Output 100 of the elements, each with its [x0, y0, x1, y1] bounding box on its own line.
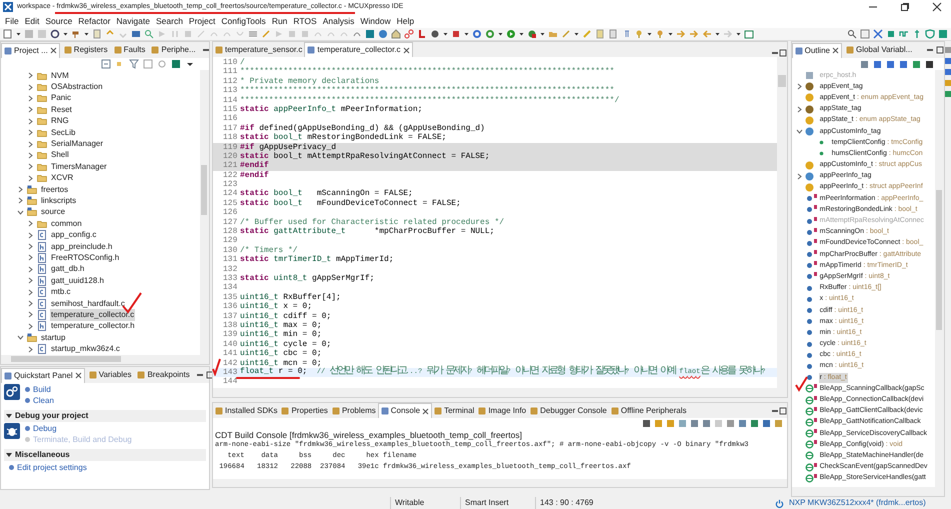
- view-tab[interactable]: Terminal: [432, 403, 476, 418]
- tree-item[interactable]: temperature_collector.h: [50, 320, 136, 332]
- section-header[interactable]: Debug your project: [4, 410, 206, 422]
- action-link[interactable]: Edit project settings: [17, 462, 87, 474]
- chevron-icon[interactable]: [27, 129, 34, 136]
- tree-item[interactable]: Reset: [50, 104, 73, 116]
- chevron-icon[interactable]: [17, 186, 24, 194]
- menu-item[interactable]: Search: [152, 14, 186, 28]
- chevron-icon[interactable]: [796, 106, 803, 113]
- tree-item[interactable]: startup_mkw36z4.c: [50, 343, 121, 355]
- chevron-icon[interactable]: [27, 152, 34, 159]
- menu-item[interactable]: Window: [357, 14, 394, 28]
- tree-item[interactable]: gatt_uuid128.h: [50, 274, 105, 287]
- tree-item[interactable]: FreeRTOSConfig.h: [50, 252, 120, 264]
- maximize-icon[interactable]: [206, 371, 214, 379]
- new-file-icon[interactable]: [3, 29, 13, 39]
- tree-item[interactable]: mtb.c: [50, 286, 72, 298]
- view-tab[interactable]: Breakpoints: [135, 368, 192, 382]
- horizontal-scrollbar[interactable]: [213, 388, 787, 397]
- chevron-icon[interactable]: [796, 128, 803, 136]
- chevron-icon[interactable]: [27, 118, 34, 125]
- close-icon[interactable]: [422, 408, 430, 414]
- chevron-icon[interactable]: [27, 220, 34, 228]
- chevron-icon[interactable]: [27, 322, 34, 330]
- chevron-icon[interactable]: [17, 208, 24, 216]
- chevron-icon[interactable]: [27, 106, 34, 114]
- view-tab[interactable]: Offline Peripherals: [608, 403, 689, 418]
- view-tab[interactable]: Periphe...: [149, 42, 198, 58]
- editor-tab[interactable]: temperature_collector.c: [304, 42, 413, 57]
- minimize-icon[interactable]: [926, 46, 934, 54]
- tree-item[interactable]: gatt_db.h: [50, 263, 86, 276]
- menu-item[interactable]: Project: [186, 14, 218, 28]
- menu-item[interactable]: ConfigTools: [218, 14, 269, 28]
- debug-target-link[interactable]: NXP MKW36Z512xxx4* (frdmk...ertos): [789, 497, 926, 509]
- tree-item[interactable]: Panic: [50, 92, 72, 104]
- vertical-scrollbar[interactable]: [200, 70, 209, 355]
- chevron-icon[interactable]: [27, 232, 34, 239]
- minimize-icon[interactable]: [196, 371, 204, 379]
- maximize-icon[interactable]: [900, 2, 910, 12]
- view-tab[interactable]: Console: [378, 403, 432, 418]
- tree-item[interactable]: linkscripts: [40, 195, 78, 207]
- vertical-scrollbar[interactable]: [935, 70, 944, 487]
- menu-item[interactable]: Refactor: [75, 14, 114, 28]
- chevron-icon[interactable]: [27, 277, 34, 284]
- view-tab[interactable]: Outline: [792, 42, 842, 58]
- chevron-icon[interactable]: [796, 172, 803, 180]
- editor-tab[interactable]: temperature_sensor.c: [213, 42, 304, 57]
- chevron-icon[interactable]: [27, 288, 34, 296]
- chevron-icon[interactable]: [27, 311, 34, 318]
- minimize-icon[interactable]: [202, 46, 210, 54]
- view-tab[interactable]: Problems: [330, 403, 378, 418]
- chevron-icon[interactable]: [27, 254, 34, 262]
- view-tab[interactable]: Quickstart Panel: [1, 368, 85, 382]
- tree-item[interactable]: SerialManager: [50, 138, 104, 150]
- close-icon[interactable]: [74, 372, 82, 379]
- close-icon[interactable]: [932, 2, 942, 12]
- action-link[interactable]: Debug: [33, 422, 57, 434]
- chevron-icon[interactable]: [27, 140, 34, 148]
- menu-item[interactable]: Run: [268, 14, 290, 28]
- minimize-icon[interactable]: [770, 49, 779, 57]
- action-link[interactable]: Clean: [33, 394, 54, 406]
- view-tab[interactable]: Debugger Console: [528, 403, 609, 418]
- chevron-icon[interactable]: [27, 300, 34, 307]
- chevron-icon[interactable]: [27, 94, 34, 102]
- view-tab[interactable]: Project ...: [1, 42, 60, 58]
- view-tab[interactable]: Registers: [62, 42, 110, 58]
- tree-item[interactable]: source: [40, 206, 66, 218]
- view-tab[interactable]: Properties: [279, 403, 330, 418]
- chevron-icon[interactable]: [17, 334, 24, 342]
- bug-icon[interactable]: [527, 29, 537, 39]
- menu-item[interactable]: File: [2, 14, 22, 28]
- view-tab[interactable]: Installed SDKs: [213, 403, 280, 418]
- view-tab[interactable]: Global Variabl...: [844, 42, 914, 58]
- view-tab[interactable]: Faults: [112, 42, 148, 58]
- tree-item[interactable]: freertos: [40, 184, 70, 196]
- menu-item[interactable]: Source: [42, 14, 76, 28]
- menu-item[interactable]: Edit: [22, 14, 42, 28]
- chevron-icon[interactable]: [27, 163, 34, 170]
- close-icon[interactable]: [50, 47, 57, 54]
- close-icon[interactable]: [832, 47, 839, 54]
- chevron-icon[interactable]: [27, 84, 34, 91]
- maximize-icon[interactable]: [936, 46, 944, 54]
- maximize-icon[interactable]: [778, 49, 787, 57]
- vertical-scrollbar[interactable]: [776, 57, 787, 388]
- tree-item[interactable]: semihost_hardfault.c: [50, 298, 126, 310]
- section-header[interactable]: Miscellaneous: [4, 449, 206, 461]
- waveform-icon[interactable]: [899, 29, 909, 39]
- chevron-icon[interactable]: [27, 243, 34, 250]
- tree-item[interactable]: common: [50, 218, 83, 230]
- maximize-icon[interactable]: [778, 406, 787, 414]
- horizontal-scrollbar[interactable]: [1, 355, 209, 364]
- play-icon[interactable]: [506, 29, 516, 39]
- chevron-icon[interactable]: [27, 174, 34, 182]
- search-icon[interactable]: [847, 29, 857, 39]
- chevron-icon[interactable]: [17, 197, 24, 204]
- view-tab[interactable]: Image Info: [476, 403, 528, 418]
- shield-icon[interactable]: [925, 29, 935, 39]
- menu-item[interactable]: RTOS: [290, 14, 320, 28]
- tree-item[interactable]: SecLib: [50, 126, 76, 139]
- tree-item[interactable]: TimersManager: [50, 160, 108, 173]
